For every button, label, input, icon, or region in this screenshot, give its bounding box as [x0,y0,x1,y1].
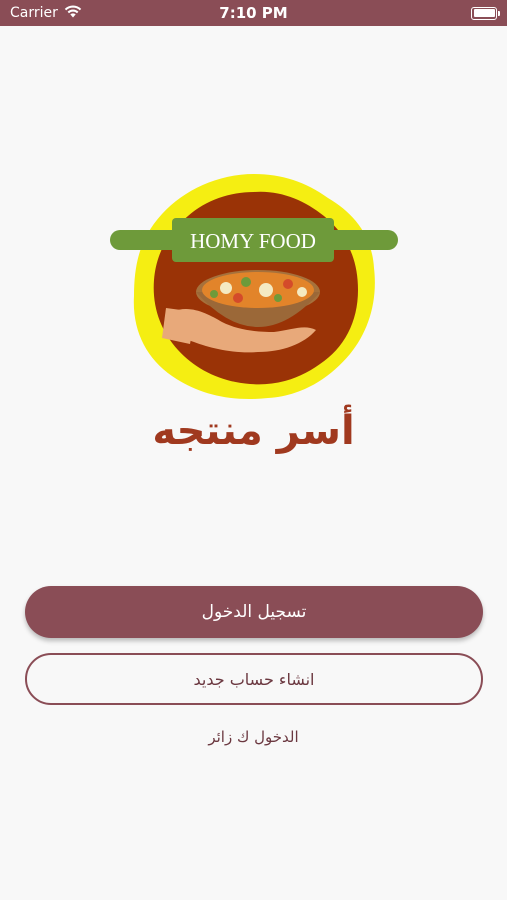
logo-banner-text: HOMY FOOD [190,229,316,253]
wifi-icon [64,5,82,22]
status-left: Carrier [10,5,82,22]
register-button[interactable]: انشاء حساب جديد [25,653,483,705]
login-button[interactable]: تسجيل الدخول [25,586,483,638]
battery-icon [471,6,500,20]
guest-login-link[interactable]: الدخول ك زائر [0,728,507,746]
logo-title: أسر منتجه [152,408,355,454]
logo-graphic: HOMY FOOD [110,174,398,400]
status-bar: Carrier 7:10 PM [0,0,507,26]
app-logo: HOMY FOOD [106,172,402,402]
carrier-label: Carrier [10,5,58,21]
